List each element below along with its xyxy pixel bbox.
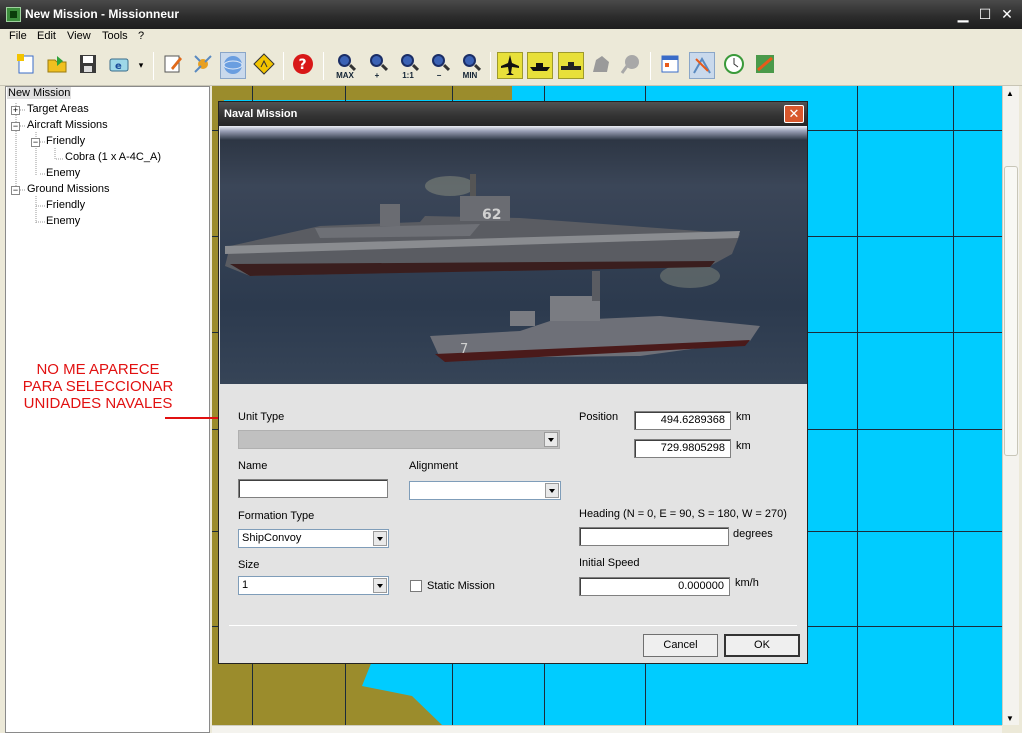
- menu-view[interactable]: View: [67, 30, 91, 42]
- zoom-max-icon[interactable]: MAX: [332, 52, 358, 80]
- menu-tools[interactable]: Tools: [102, 30, 128, 42]
- hull-number: 62: [482, 207, 501, 223]
- app-icon: [6, 7, 21, 22]
- zoom-out-icon[interactable]: −: [426, 52, 452, 80]
- tree-target-areas[interactable]: Target Areas: [27, 103, 89, 115]
- tree-aircraft-friendly[interactable]: Friendly: [46, 135, 85, 147]
- static-mission-label: Static Mission: [427, 580, 495, 592]
- print-icon[interactable]: e: [106, 52, 132, 79]
- size-label: Size: [238, 559, 260, 571]
- open-icon[interactable]: [44, 52, 70, 79]
- alignment-label: Alignment: [409, 460, 458, 472]
- zoom-1to1-icon[interactable]: 1:1: [395, 52, 421, 80]
- chevron-down-icon[interactable]: [373, 531, 387, 546]
- heading-label: Heading (N = 0, E = 90, S = 180, W = 270…: [579, 508, 787, 520]
- chevron-down-icon[interactable]: [544, 432, 558, 447]
- save-icon[interactable]: [75, 52, 101, 79]
- tree-root[interactable]: New Mission: [7, 87, 72, 99]
- collapse-icon[interactable]: −: [11, 122, 20, 131]
- dialog-title: Naval Mission: [224, 108, 298, 120]
- calendar-icon[interactable]: [657, 52, 683, 79]
- unit-type-label: Unit Type: [238, 411, 285, 423]
- position-x-input[interactable]: 494.6289368: [634, 411, 731, 430]
- frigate-number: 7: [460, 342, 468, 357]
- annotation-text: NO ME APARECE PARA SELECCIONAR UNIDADES …: [22, 361, 174, 412]
- tree-ground-friendly[interactable]: Friendly: [46, 199, 85, 211]
- minimize-button[interactable]: ▁: [953, 5, 973, 23]
- clock-icon[interactable]: [721, 52, 747, 79]
- naval-mission-dialog: Naval Mission ✕ 62 7 Unit Type Position …: [218, 101, 808, 664]
- static-mission-checkbox[interactable]: [410, 580, 422, 592]
- scrollbar-thumb[interactable]: [1004, 166, 1018, 456]
- collapse-icon[interactable]: −: [31, 138, 40, 147]
- chevron-down-icon[interactable]: [545, 483, 559, 498]
- alignment-select[interactable]: [409, 481, 561, 500]
- name-input[interactable]: [238, 479, 388, 498]
- naval-photo: 62 7: [220, 126, 807, 384]
- zoom-in-icon[interactable]: +: [364, 52, 390, 80]
- ok-button[interactable]: OK: [724, 634, 800, 657]
- help-icon[interactable]: ?: [290, 52, 316, 79]
- aircraft-icon[interactable]: [497, 52, 523, 79]
- tree-cobra-flight[interactable]: Cobra (1 x A-4C_A): [65, 151, 161, 163]
- maximize-button[interactable]: ☐: [975, 5, 995, 23]
- chevron-down-icon[interactable]: [373, 578, 387, 593]
- ship-icon[interactable]: [527, 52, 553, 79]
- formation-type-label: Formation Type: [238, 510, 315, 522]
- print-dropdown-icon[interactable]: ▾: [134, 52, 148, 79]
- unit-type-select[interactable]: [238, 430, 560, 449]
- tree-ground-missions[interactable]: Ground Missions: [27, 183, 110, 195]
- close-button[interactable]: ✕: [997, 5, 1017, 23]
- position-label: Position: [579, 411, 619, 423]
- terrain-icon[interactable]: [588, 52, 614, 79]
- formation-type-select[interactable]: ShipConvoy: [238, 529, 389, 548]
- initial-speed-input[interactable]: 0.000000: [579, 577, 730, 596]
- svg-text:?: ?: [299, 57, 307, 73]
- menu-edit[interactable]: Edit: [37, 30, 56, 42]
- dialog-title-bar: Naval Mission ✕: [219, 102, 807, 126]
- position-x-unit: km: [736, 411, 751, 423]
- map-horizontal-scrollbar[interactable]: [212, 725, 1002, 733]
- weather-icon[interactable]: [689, 52, 715, 79]
- menu-bar: File Edit View Tools ?: [0, 29, 1022, 46]
- edit-icon[interactable]: [160, 52, 186, 79]
- menu-file[interactable]: File: [9, 30, 27, 42]
- svg-text:e: e: [115, 61, 122, 72]
- globe-icon[interactable]: [220, 52, 246, 79]
- dialog-close-button[interactable]: ✕: [784, 105, 804, 123]
- zoom-min-icon[interactable]: MIN: [457, 52, 483, 80]
- tree-ground-enemy[interactable]: Enemy: [46, 215, 80, 227]
- toolbar: e ▾ ? MAX + 1:1 − MIN: [0, 46, 1022, 86]
- window-title: New Mission - Missionneur: [25, 7, 180, 21]
- size-select[interactable]: 1: [238, 576, 389, 595]
- position-y-unit: km: [736, 440, 751, 452]
- scroll-up-icon[interactable]: ▲: [1006, 89, 1014, 98]
- expand-icon[interactable]: +: [11, 106, 20, 115]
- title-bar: New Mission - Missionneur ▁ ☐ ✕: [0, 0, 1022, 29]
- tree-aircraft-missions[interactable]: Aircraft Missions: [27, 119, 108, 131]
- position-y-input[interactable]: 729.9805298: [634, 439, 731, 458]
- heading-unit: degrees: [733, 528, 773, 540]
- initial-speed-label: Initial Speed: [579, 557, 640, 569]
- target-icon[interactable]: [618, 52, 644, 79]
- tree-aircraft-enemy[interactable]: Enemy: [46, 167, 80, 179]
- explosion-icon[interactable]: [190, 52, 216, 79]
- road-sign-icon[interactable]: [251, 52, 277, 79]
- heading-input[interactable]: [579, 527, 729, 546]
- ships-image: 62 7: [225, 174, 760, 362]
- cancel-button[interactable]: Cancel: [643, 634, 718, 657]
- scroll-down-icon[interactable]: ▼: [1006, 714, 1014, 723]
- map-vertical-scrollbar[interactable]: ▲ ▼: [1002, 86, 1019, 725]
- new-file-icon[interactable]: [13, 52, 39, 79]
- mission-icon[interactable]: [752, 52, 778, 79]
- convoy-icon[interactable]: [558, 52, 584, 79]
- menu-help[interactable]: ?: [138, 30, 144, 42]
- collapse-icon[interactable]: −: [11, 186, 20, 195]
- initial-speed-unit: km/h: [735, 577, 759, 589]
- dialog-separator: [229, 625, 797, 626]
- name-label: Name: [238, 460, 268, 472]
